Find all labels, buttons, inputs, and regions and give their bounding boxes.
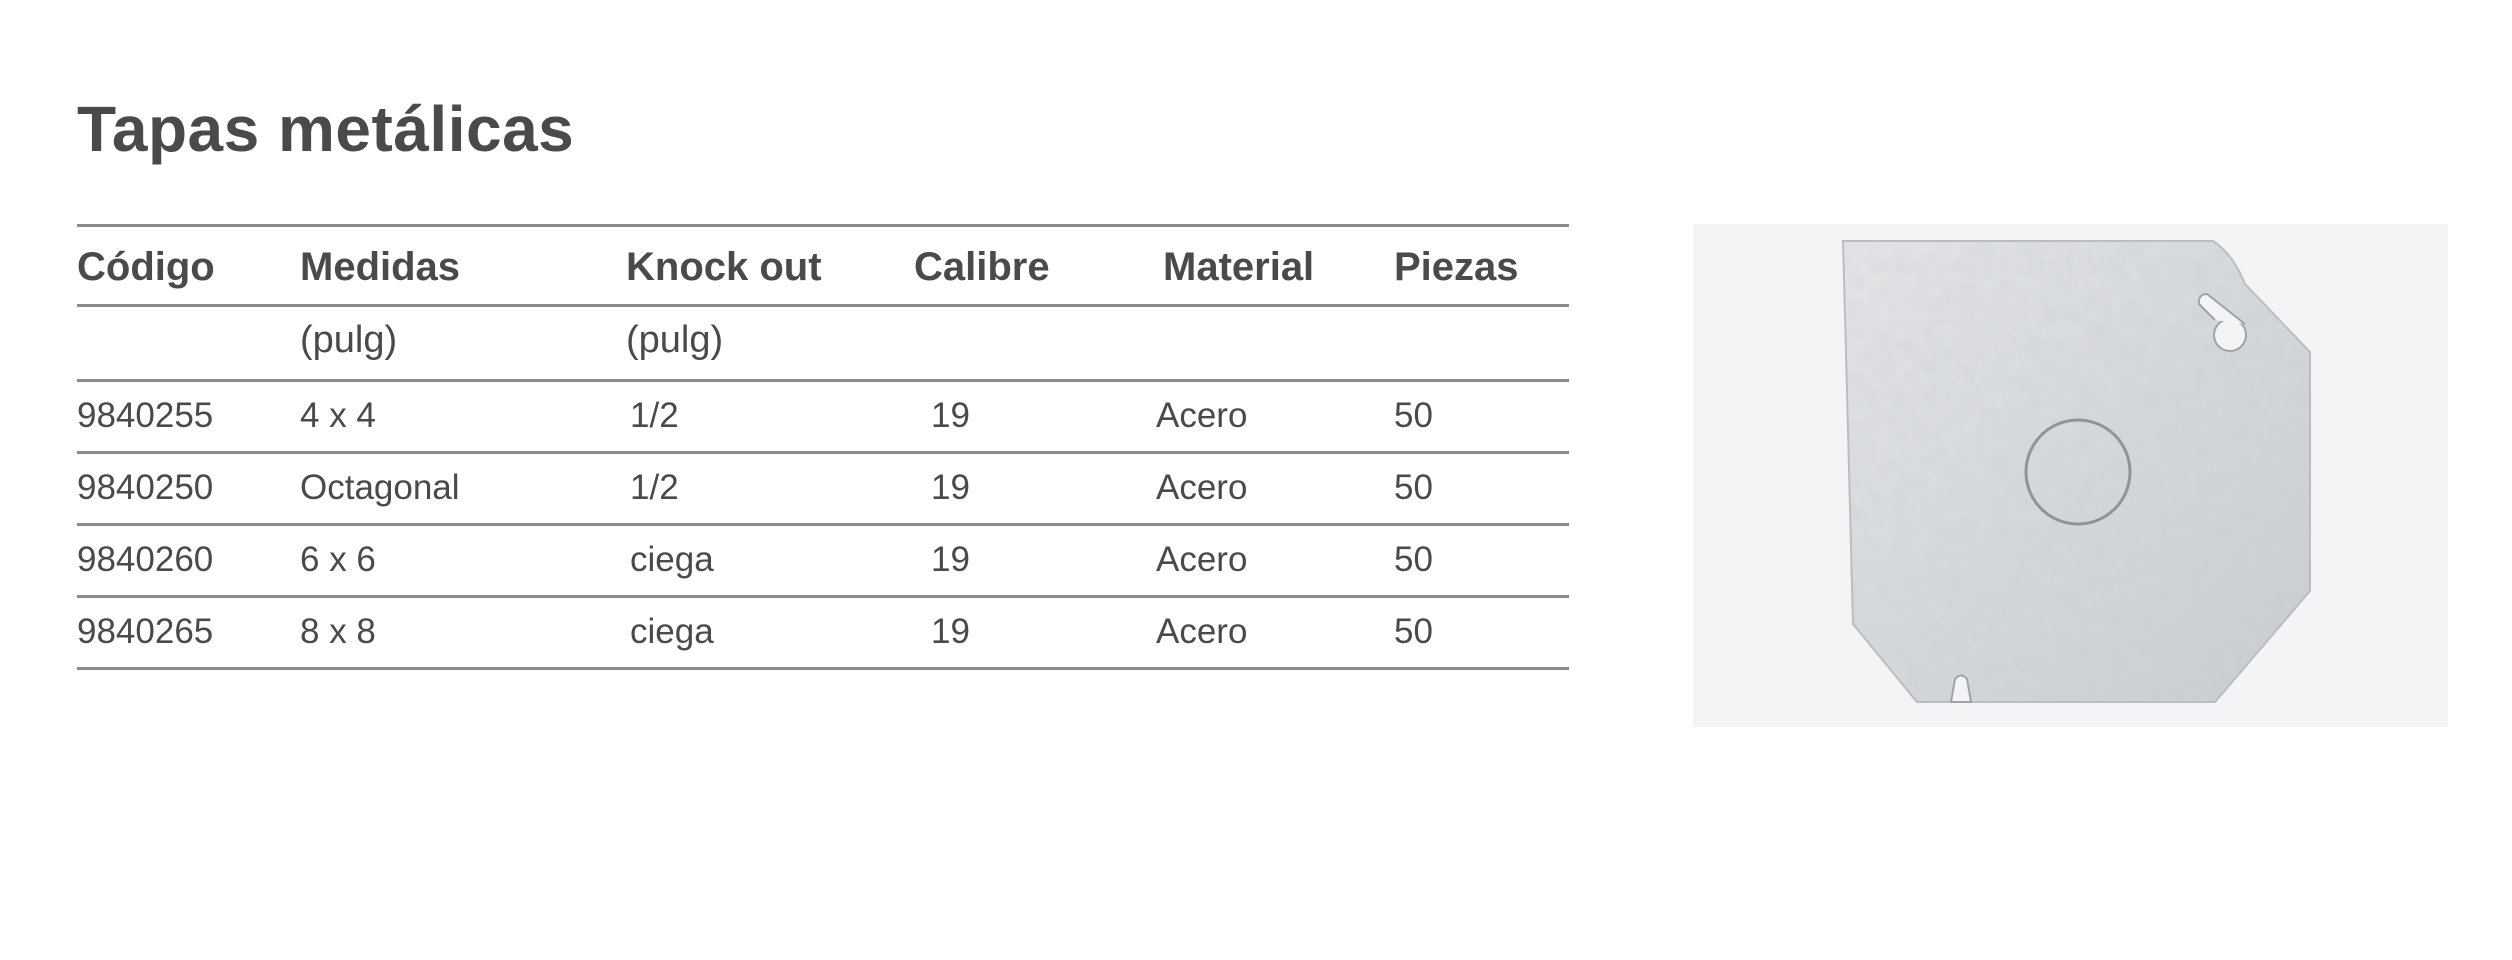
- cell-measures: 4 x 4: [300, 396, 376, 435]
- cell-pieces: 50: [1394, 612, 1433, 651]
- plate-texture: [1843, 241, 2310, 702]
- table-row: 9840255 4 x 4 1/2 19 Acero 50: [77, 382, 1569, 454]
- cell-material: Acero: [1156, 396, 1248, 435]
- table-header-row: Código Medidas Knock out Calibre Materia…: [77, 224, 1569, 307]
- header-measures: Medidas: [300, 245, 461, 289]
- cell-knockout: ciega: [630, 540, 714, 579]
- cell-code: 9840265: [77, 612, 214, 651]
- header-knockout: Knock out: [626, 245, 822, 289]
- units-measures: (pulg): [300, 319, 398, 361]
- cell-pieces: 50: [1394, 396, 1433, 435]
- cell-pieces: 50: [1394, 468, 1433, 507]
- cell-knockout: 1/2: [630, 468, 679, 507]
- cell-gauge: 19: [931, 540, 970, 579]
- cell-code: 9840255: [77, 396, 214, 435]
- table-units-row: (pulg) (pulg): [77, 307, 1569, 382]
- cell-gauge: 19: [931, 396, 970, 435]
- cell-measures: 6 x 6: [300, 540, 376, 579]
- cell-knockout: 1/2: [630, 396, 679, 435]
- table-row: 9840265 8 x 8 ciega 19 Acero 50: [77, 598, 1569, 670]
- header-material: Material: [1163, 245, 1315, 289]
- cell-gauge: 19: [931, 468, 970, 507]
- page-title: Tapas metálicas: [77, 93, 575, 165]
- cell-material: Acero: [1156, 468, 1248, 507]
- cell-material: Acero: [1156, 540, 1248, 579]
- cell-measures: 8 x 8: [300, 612, 376, 651]
- header-code: Código: [77, 245, 215, 289]
- octagonal-cover-plate-illustration: [1841, 240, 2311, 703]
- header-pieces: Piezas: [1394, 245, 1519, 289]
- cell-gauge: 19: [931, 612, 970, 651]
- product-image: [1693, 224, 2448, 727]
- cell-code: 9840250: [77, 468, 214, 507]
- header-gauge: Calibre: [914, 245, 1050, 289]
- cell-material: Acero: [1156, 612, 1248, 651]
- spec-table: Código Medidas Knock out Calibre Materia…: [77, 224, 1569, 670]
- cell-code: 9840260: [77, 540, 214, 579]
- table-row: 9840250 Octagonal 1/2 19 Acero 50: [77, 454, 1569, 526]
- units-knockout: (pulg): [626, 319, 724, 361]
- cell-knockout: ciega: [630, 612, 714, 651]
- table-row: 9840260 6 x 6 ciega 19 Acero 50: [77, 526, 1569, 598]
- cell-pieces: 50: [1394, 540, 1433, 579]
- cell-measures: Octagonal: [300, 468, 460, 507]
- bottom-slot: [1949, 674, 1973, 703]
